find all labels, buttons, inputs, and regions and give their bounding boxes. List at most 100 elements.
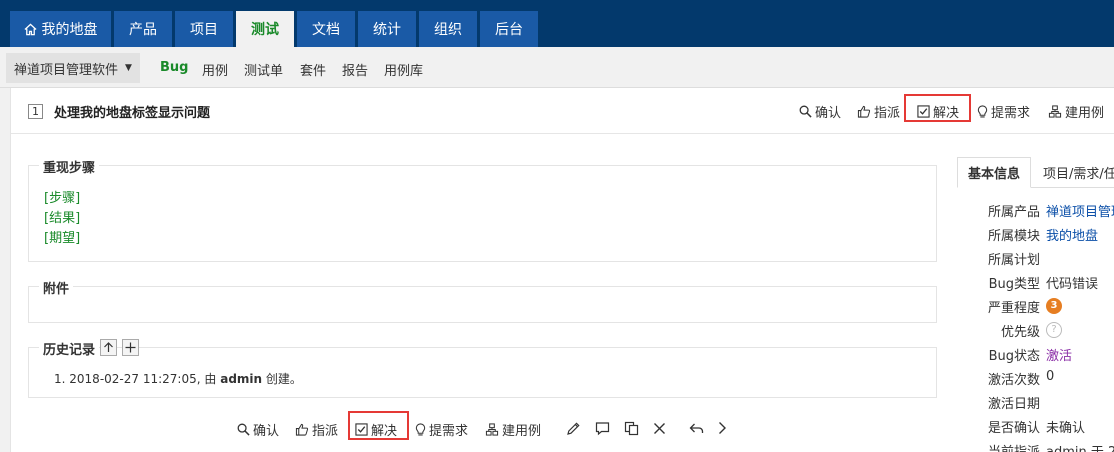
- bottom-resolve-button[interactable]: 解决: [355, 420, 397, 439]
- resolve-button[interactable]: 解决: [917, 102, 959, 121]
- sub-navbar: 禅道项目管理软件 ▼ Bug 用例 测试单 套件 报告 用例库: [0, 47, 1114, 88]
- attachments-section: [28, 286, 937, 323]
- product-name: 禅道项目管理软件: [14, 62, 119, 78]
- tab-project-story-task[interactable]: 项目/需求/任: [1043, 157, 1114, 188]
- bottom-assign-button[interactable]: 指派: [295, 420, 338, 439]
- bottom-resolve-label: 解决: [371, 424, 398, 439]
- row-label: 是否确认: [987, 421, 1040, 436]
- resolve-label: 解决: [933, 106, 960, 121]
- tab-my-dashboard[interactable]: 我的地盘: [10, 11, 111, 47]
- history-by: 由: [204, 372, 217, 386]
- chevron-right-icon: [719, 422, 726, 434]
- next-button[interactable]: [713, 419, 731, 437]
- subnav-testcase[interactable]: 用例: [202, 60, 228, 79]
- side-row-severity: 严重程度 3: [957, 294, 1114, 318]
- tab-label: 我的地盘: [41, 22, 98, 38]
- severity-badge: 3: [1046, 298, 1062, 314]
- subnav-bug[interactable]: Bug: [160, 60, 188, 75]
- subnav-testreport[interactable]: 报告: [342, 60, 368, 79]
- bottom-create-case-label: 建用例: [502, 424, 542, 439]
- row-label: 所属计划: [987, 253, 1040, 268]
- comment-button[interactable]: [593, 419, 611, 437]
- checkbox-icon: [917, 105, 930, 118]
- to-story-label: 提需求: [991, 106, 1031, 121]
- row-label: Bug状态: [988, 349, 1040, 364]
- history-section: 1. 2018-02-27 11:27:05, 由 admin 创建。: [28, 347, 937, 398]
- checkbox-icon: [355, 423, 368, 436]
- create-case-button[interactable]: 建用例: [1048, 102, 1104, 121]
- create-case-label: 建用例: [1065, 106, 1105, 121]
- subnav-caselib[interactable]: 用例库: [384, 60, 423, 79]
- tab-project[interactable]: 项目: [175, 11, 233, 47]
- lightbulb-icon: [415, 422, 426, 435]
- row-label: Bug类型: [988, 277, 1040, 292]
- search-icon: [237, 423, 250, 436]
- expected-line: [期望]: [44, 231, 81, 246]
- row-label: 严重程度: [987, 301, 1040, 316]
- thumbs-up-icon: [295, 423, 309, 436]
- to-story-button[interactable]: 提需求: [977, 102, 1030, 121]
- caret-down-icon: ▼: [125, 63, 132, 73]
- module-link[interactable]: 我的地盘: [1046, 225, 1098, 244]
- history-num: 1.: [54, 372, 66, 386]
- tab-company[interactable]: 组织: [419, 11, 477, 47]
- assign-button[interactable]: 指派: [857, 102, 900, 121]
- subnav-testtask[interactable]: 测试单: [244, 60, 283, 79]
- row-label: 当前指派: [988, 441, 1040, 452]
- row-label: 激活次数: [987, 373, 1040, 388]
- result-line: [结果]: [44, 211, 81, 226]
- comment-icon: [595, 421, 609, 435]
- history-action: 创建。: [265, 372, 302, 386]
- history-legend: 历史记录: [39, 339, 100, 358]
- delete-button[interactable]: [650, 419, 668, 437]
- confirm-button[interactable]: 确认: [799, 102, 841, 121]
- side-row-confirmed: 是否确认 未确认: [957, 414, 1114, 438]
- row-label: 所属模块: [987, 229, 1040, 244]
- pencil-icon: [566, 421, 580, 435]
- copy-button[interactable]: [622, 419, 640, 437]
- thumbs-up-icon: [857, 105, 871, 118]
- tab-product[interactable]: 产品: [114, 11, 172, 47]
- confirm-label: 确认: [815, 106, 842, 121]
- row-label: 优先级: [1000, 325, 1040, 340]
- bug-title-bar: 1 处理我的地盘标签显示问题 确认 指派 解决 提需求 建用例: [11, 88, 1114, 134]
- history-user: admin: [220, 372, 263, 386]
- tab-report[interactable]: 统计: [358, 11, 416, 47]
- back-button[interactable]: [687, 419, 705, 437]
- side-row-type: Bug类型 代码错误: [957, 270, 1114, 294]
- activated-count-value: 0: [1046, 369, 1055, 384]
- bottom-confirm-button[interactable]: 确认: [237, 420, 279, 439]
- side-row-priority: 优先级 ?: [957, 318, 1114, 342]
- bottom-confirm-label: 确认: [253, 424, 280, 439]
- product-link[interactable]: 禅道项目管理: [1046, 201, 1114, 220]
- home-icon: [23, 23, 37, 36]
- bottom-to-story-button[interactable]: 提需求: [415, 420, 468, 439]
- history-time: 2018-02-27 11:27:05,: [69, 372, 201, 386]
- side-row-module: 所属模块 我的地盘: [957, 222, 1114, 246]
- bottom-to-story-label: 提需求: [429, 424, 469, 439]
- history-sort-button[interactable]: [100, 339, 117, 356]
- copy-icon: [624, 421, 638, 435]
- history-entry: 1. 2018-02-27 11:27:05, 由 admin 创建。: [54, 370, 302, 387]
- edit-button[interactable]: [564, 419, 582, 437]
- steps-legend: 重现步骤: [39, 157, 100, 176]
- row-label: 所属产品: [987, 205, 1040, 220]
- type-value: 代码错误: [1046, 277, 1099, 292]
- assigned-value: admin 于 20: [1046, 441, 1114, 452]
- side-row-assigned: 当前指派 admin 于 20: [957, 438, 1114, 452]
- sitemap-icon: [1048, 105, 1062, 118]
- undo-icon: [689, 423, 703, 433]
- subnav-testsuite[interactable]: 套件: [300, 60, 326, 79]
- product-switcher[interactable]: 禅道项目管理软件 ▼: [6, 53, 140, 83]
- tab-admin[interactable]: 后台: [480, 11, 538, 47]
- confirmed-value: 未确认: [1046, 421, 1086, 436]
- history-expand-button[interactable]: [122, 339, 139, 356]
- tab-test[interactable]: 测试: [236, 11, 294, 47]
- side-row-status: Bug状态 激活: [957, 342, 1114, 366]
- side-row-activated-date: 激活日期: [957, 390, 1114, 414]
- side-info-tabs: 基本信息 项目/需求/任: [957, 157, 1114, 188]
- bottom-create-case-button[interactable]: 建用例: [485, 420, 541, 439]
- arrow-up-icon: [104, 342, 113, 352]
- tab-doc[interactable]: 文档: [297, 11, 355, 47]
- tab-basic-info[interactable]: 基本信息: [957, 157, 1032, 188]
